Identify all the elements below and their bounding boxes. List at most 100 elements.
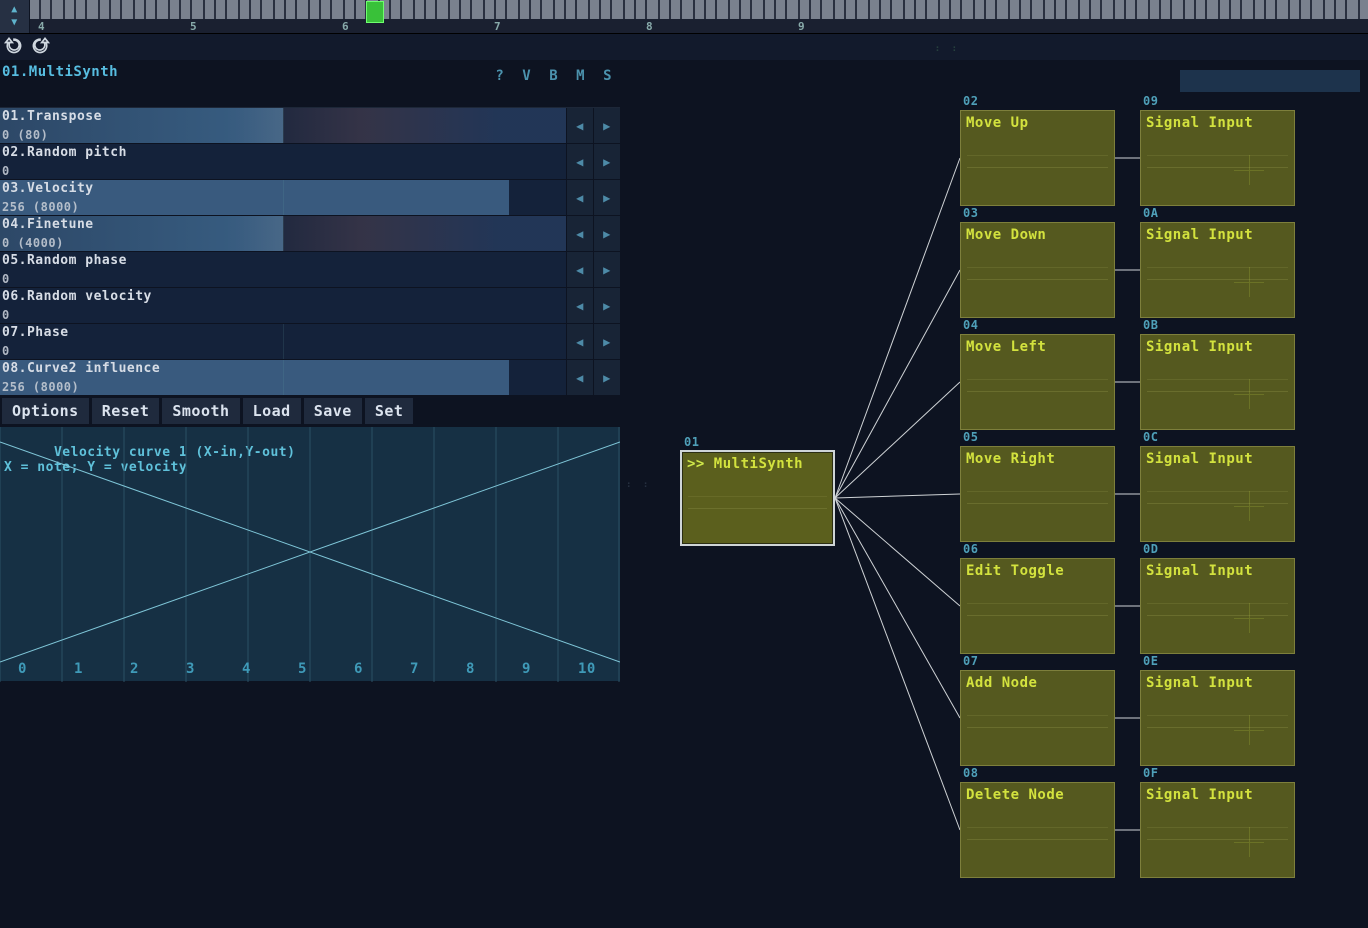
param-label: 04.Finetune xyxy=(2,217,94,232)
header-letter-?[interactable]: ? xyxy=(495,68,504,84)
param-label: 05.Random phase xyxy=(2,253,127,268)
curve-xlabel: 8 xyxy=(466,661,475,677)
node-08[interactable]: 08Delete Node xyxy=(960,782,1115,878)
param-02[interactable]: 02.Random pitch0◀▶ xyxy=(0,144,620,180)
node-id-label: 0E xyxy=(1143,654,1158,668)
param-dec-button[interactable]: ◀ xyxy=(566,360,593,395)
param-03[interactable]: 03.Velocity256 (8000)◀▶ xyxy=(0,180,620,216)
param-06[interactable]: 06.Random velocity 0 ◀▶ xyxy=(0,288,620,324)
node-09[interactable]: 09Signal Input xyxy=(1140,110,1295,206)
param-dec-button[interactable]: ◀ xyxy=(566,252,593,287)
param-07[interactable]: 07.Phase0◀▶ xyxy=(0,324,620,360)
param-dec-button[interactable]: ◀ xyxy=(566,324,593,359)
node-id-label: 01 xyxy=(684,435,699,449)
reset-button[interactable]: Reset xyxy=(92,398,160,424)
save-button[interactable]: Save xyxy=(304,398,362,424)
parameter-list: 01.Transpose0 (80)◀▶02.Random pitch0◀▶03… xyxy=(0,108,620,396)
param-dec-button[interactable]: ◀ xyxy=(566,144,593,179)
curve-xlabel: 0 xyxy=(18,661,27,677)
timeline-scroll-arrows[interactable]: ▲ ▼ xyxy=(0,0,30,33)
node-0B[interactable]: 0BSignal Input xyxy=(1140,334,1295,430)
pane-resize-handle[interactable]: : : xyxy=(626,480,651,490)
load-button[interactable]: Load xyxy=(243,398,301,424)
node-label: Signal Input xyxy=(1146,227,1289,243)
node-label: Signal Input xyxy=(1146,451,1289,467)
node-05[interactable]: 05Move Right xyxy=(960,446,1115,542)
header-letter-s[interactable]: S xyxy=(603,68,612,84)
param-inc-button[interactable]: ▶ xyxy=(593,144,620,179)
node-0E[interactable]: 0ESignal Input xyxy=(1140,670,1295,766)
param-label: 08.Curve2 influence xyxy=(2,361,160,376)
velocity-curve-panel[interactable]: Velocity curve 1 (X-in,Y-out)X = note; Y… xyxy=(0,426,620,681)
node-0A[interactable]: 0ASignal Input xyxy=(1140,222,1295,318)
node-01[interactable]: 01>> MultiSynth xyxy=(680,450,835,546)
node-label: Move Down xyxy=(966,227,1109,243)
undo-redo-bar: : : xyxy=(0,34,1368,60)
node-id-label: 09 xyxy=(1143,94,1158,108)
ruler-label: 5 xyxy=(190,20,197,33)
param-label: 06.Random velocity xyxy=(2,289,152,304)
set-button[interactable]: Set xyxy=(365,398,414,424)
undo-button[interactable] xyxy=(4,35,24,59)
node-label: Move Right xyxy=(966,451,1109,467)
param-inc-button[interactable]: ▶ xyxy=(593,324,620,359)
ruler-label: 7 xyxy=(494,20,501,33)
param-inc-button[interactable]: ▶ xyxy=(593,108,620,143)
node-06[interactable]: 06Edit Toggle xyxy=(960,558,1115,654)
timeline-ruler[interactable]: 456789 xyxy=(30,0,1368,33)
param-inc-button[interactable]: ▶ xyxy=(593,216,620,251)
options-button[interactable]: Options xyxy=(2,398,89,424)
param-dec-button[interactable]: ◀ xyxy=(566,216,593,251)
node-id-label: 02 xyxy=(963,94,978,108)
module-graph[interactable]: : : 01>> MultiSynth02Move Up03Move Down0… xyxy=(640,60,1368,928)
drag-handle-icon[interactable]: : : xyxy=(935,44,960,54)
redo-icon xyxy=(30,35,50,55)
node-07[interactable]: 07Add Node xyxy=(960,670,1115,766)
ruler-label: 9 xyxy=(798,20,805,33)
node-03[interactable]: 03Move Down xyxy=(960,222,1115,318)
param-label: 01.Transpose xyxy=(2,109,102,124)
param-05[interactable]: 05.Random phase0◀▶ xyxy=(0,252,620,288)
node-label: Signal Input xyxy=(1146,563,1289,579)
curve-xlabel: 2 xyxy=(130,661,139,677)
node-label: Edit Toggle xyxy=(966,563,1109,579)
node-0F[interactable]: 0FSignal Input xyxy=(1140,782,1295,878)
param-value: 0 (80) xyxy=(2,128,48,142)
node-label: Move Up xyxy=(966,115,1109,131)
node-02[interactable]: 02Move Up xyxy=(960,110,1115,206)
param-01[interactable]: 01.Transpose 0 (80) ◀▶ xyxy=(0,108,620,144)
header-letter-m[interactable]: M xyxy=(576,68,585,84)
node-id-label: 03 xyxy=(963,206,978,220)
param-value: 0 xyxy=(2,308,10,322)
node-id-label: 05 xyxy=(963,430,978,444)
piano-keys-strip xyxy=(30,0,1368,19)
param-04[interactable]: 04.Finetune0 (4000)◀▶ xyxy=(0,216,620,252)
node-0C[interactable]: 0CSignal Input xyxy=(1140,446,1295,542)
curve-xlabel: 10 xyxy=(578,661,596,677)
smooth-button[interactable]: Smooth xyxy=(162,398,239,424)
param-inc-button[interactable]: ▶ xyxy=(593,288,620,323)
node-04[interactable]: 04Move Left xyxy=(960,334,1115,430)
module-header-letters: ? V B M S xyxy=(495,64,612,84)
redo-button[interactable] xyxy=(30,35,50,59)
param-dec-button[interactable]: ◀ xyxy=(566,108,593,143)
curve-button-bar: OptionsResetSmoothLoadSaveSet xyxy=(0,396,620,426)
curve-xlabel: 5 xyxy=(298,661,307,677)
node-label: Move Left xyxy=(966,339,1109,355)
param-dec-button[interactable]: ◀ xyxy=(566,288,593,323)
node-label: Signal Input xyxy=(1146,339,1289,355)
header-letter-b[interactable]: B xyxy=(549,68,558,84)
curve-xlabel: 7 xyxy=(410,661,419,677)
curve-grid xyxy=(0,427,620,682)
node-label: Add Node xyxy=(966,675,1109,691)
timeline[interactable]: ▲ ▼ 456789 xyxy=(0,0,1368,34)
header-letter-v[interactable]: V xyxy=(522,68,531,84)
param-inc-button[interactable]: ▶ xyxy=(593,252,620,287)
ruler-label: 4 xyxy=(38,20,45,33)
param-inc-button[interactable]: ▶ xyxy=(593,180,620,215)
node-id-label: 0B xyxy=(1143,318,1158,332)
param-dec-button[interactable]: ◀ xyxy=(566,180,593,215)
node-0D[interactable]: 0DSignal Input xyxy=(1140,558,1295,654)
param-inc-button[interactable]: ▶ xyxy=(593,360,620,395)
param-08[interactable]: 08.Curve2 influence256 (8000)◀▶ xyxy=(0,360,620,396)
